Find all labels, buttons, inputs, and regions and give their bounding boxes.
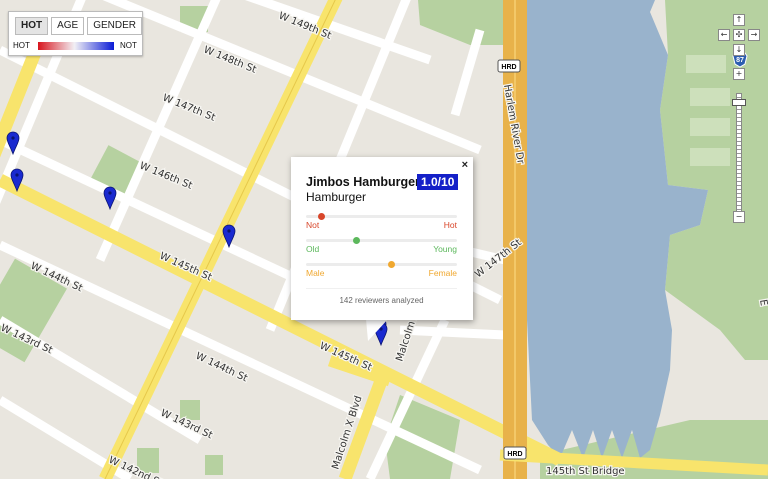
rating-dot <box>387 261 395 268</box>
zoom-in-button[interactable]: + <box>733 68 745 80</box>
age-rating-row: Old Young <box>306 237 457 259</box>
rating-left-label: Male <box>306 268 325 278</box>
tab-gender[interactable]: GENDER <box>87 17 143 35</box>
hrd-shield: HRD <box>503 446 527 460</box>
close-icon[interactable]: × <box>462 159 468 171</box>
tab-age[interactable]: AGE <box>51 17 85 35</box>
tab-hot[interactable]: HOT <box>15 17 49 35</box>
rating-dot <box>318 213 326 220</box>
hrd-shield: HRD <box>497 59 521 73</box>
gender-rating-row: Male Female <box>306 261 457 283</box>
color-scale: HOT NOT <box>13 40 140 52</box>
rating-left-label: Not <box>306 220 320 230</box>
rating-left-label: Old <box>306 244 320 254</box>
rating-right-label: Hot <box>443 220 457 230</box>
rating-right-label: Young <box>433 244 457 254</box>
rating-track <box>306 263 457 266</box>
street-label: 145th St Bridge <box>546 466 625 477</box>
rating-dot <box>352 237 360 244</box>
pan-down-button[interactable]: ↓ <box>733 44 745 56</box>
reviewer-count: 142 reviewers analyzed <box>306 288 457 305</box>
legend-tabs: HOT AGE GENDER <box>15 17 143 35</box>
rating-right-label: Female <box>428 268 457 278</box>
info-window-tail <box>366 319 388 341</box>
rating-track <box>306 215 457 218</box>
legend-panel: HOT AGE GENDER HOT NOT <box>8 11 143 56</box>
restaurant-category: Hamburger <box>306 190 367 204</box>
svg-text:HRD: HRD <box>507 451 522 458</box>
restaurant-name: Jimbos Hamburger <box>306 175 420 189</box>
map-navigation-control: ↑ ← ✣ → ↓ + − <box>714 14 764 229</box>
park <box>205 455 223 475</box>
hot-rating-row: Not Hot <box>306 213 457 235</box>
pan-up-button[interactable]: ↑ <box>733 14 745 26</box>
zoom-slider-track[interactable] <box>736 93 742 218</box>
svg-text:HRD: HRD <box>501 64 516 71</box>
pan-center-button[interactable]: ✣ <box>733 29 745 41</box>
zoom-slider-thumb[interactable] <box>732 99 746 106</box>
rating-track <box>306 239 457 242</box>
scale-gradient-bar <box>38 42 114 50</box>
zoom-out-button[interactable]: − <box>733 211 745 223</box>
info-window: × Jimbos Hamburger 1.0/10 Hamburger Not … <box>291 157 473 320</box>
scale-hot-label: HOT <box>13 41 30 50</box>
pan-right-button[interactable]: → <box>748 29 760 41</box>
pan-left-button[interactable]: ← <box>718 29 730 41</box>
scale-not-label: NOT <box>120 41 137 50</box>
score-badge: 1.0/10 <box>417 174 459 190</box>
